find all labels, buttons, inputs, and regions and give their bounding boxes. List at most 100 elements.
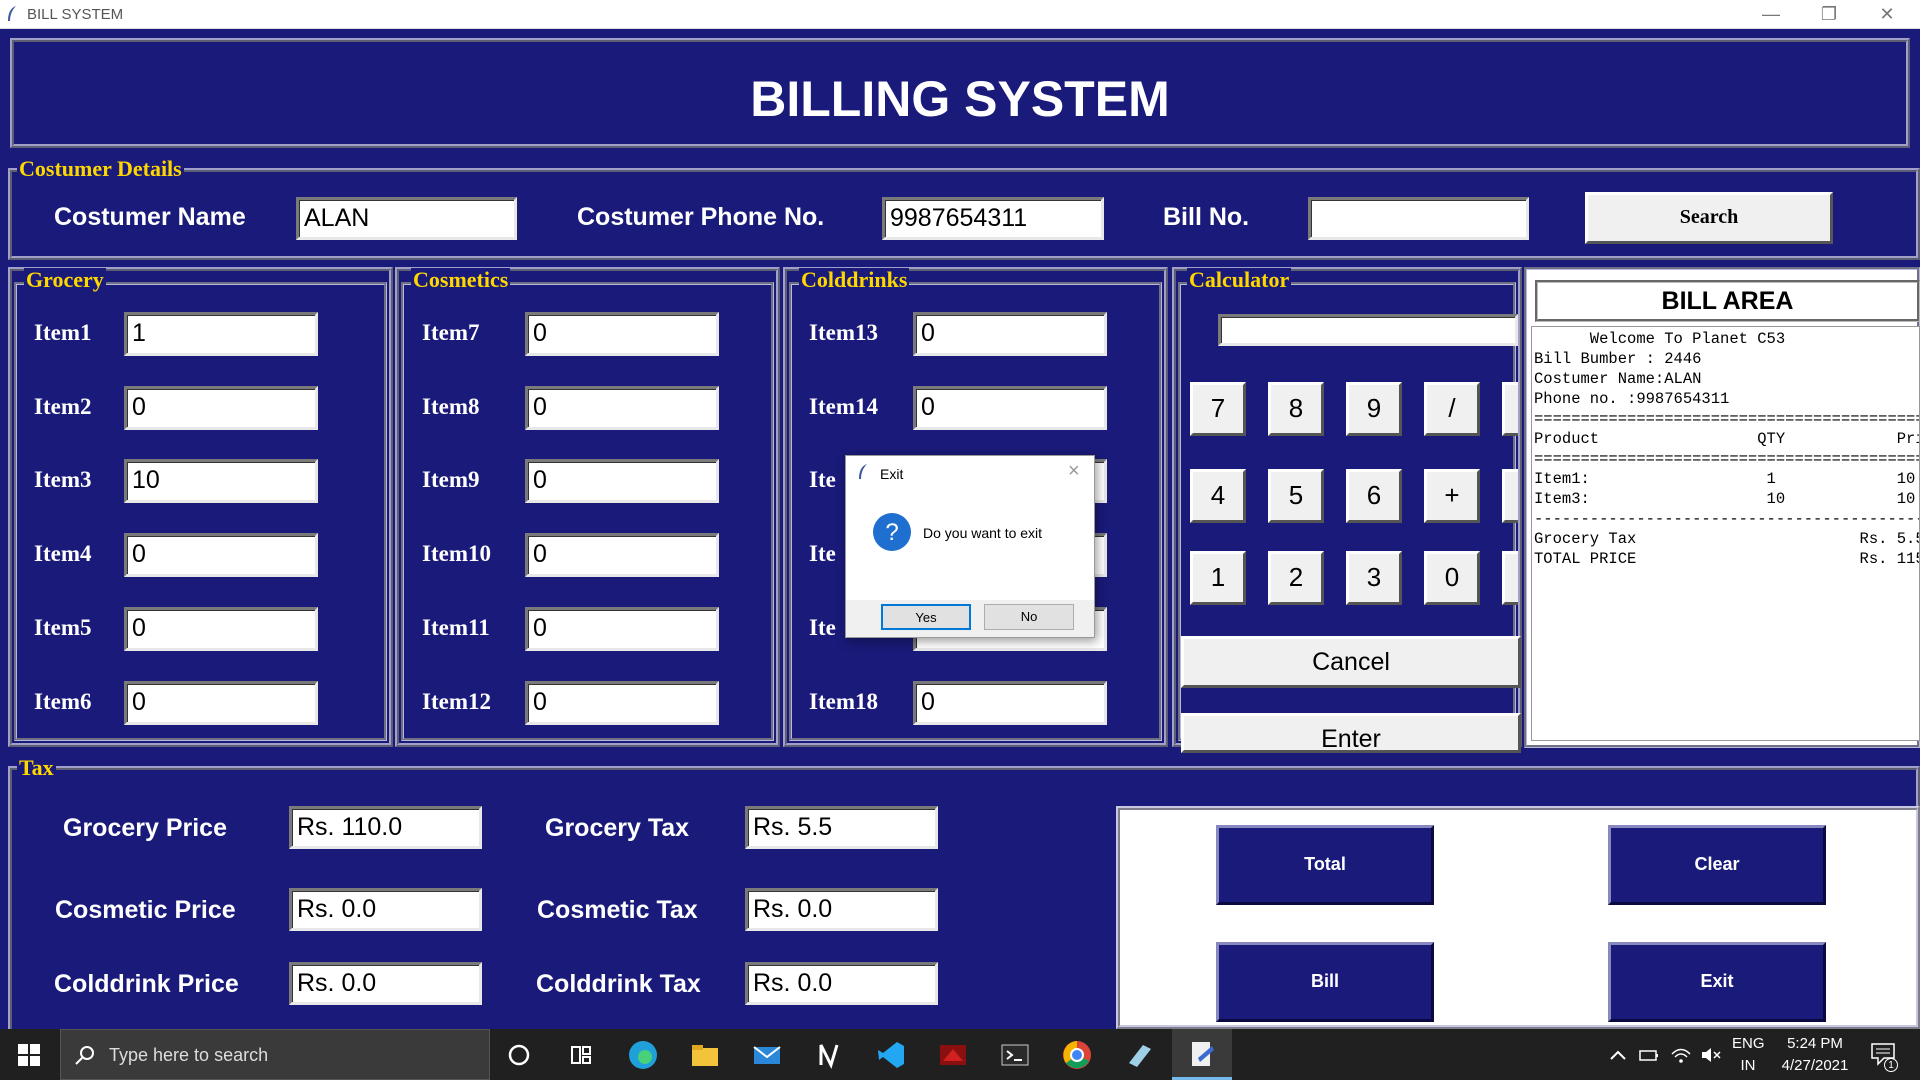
task-view-icon[interactable] bbox=[565, 1039, 597, 1071]
search-button[interactable]: Search bbox=[1585, 192, 1833, 244]
clear-button[interactable]: Clear bbox=[1608, 825, 1826, 905]
grocery-item-input[interactable]: 0 bbox=[124, 607, 318, 651]
vscode-icon[interactable] bbox=[875, 1039, 907, 1071]
enter-button[interactable]: Enter bbox=[1181, 713, 1521, 753]
calc-key-button[interactable]: 5 bbox=[1268, 469, 1324, 523]
cosmetics-item-input[interactable]: 0 bbox=[525, 607, 719, 651]
cosmetic-price-label: Cosmetic Price bbox=[55, 896, 236, 924]
cosmetics-item-label: Item12 bbox=[422, 689, 491, 714]
taskbar-search-box[interactable]: Type here to search bbox=[60, 1029, 490, 1080]
wifi-icon[interactable] bbox=[1670, 1044, 1692, 1066]
bill-line: Grocery Tax Rs. 5.5 bbox=[1534, 530, 1920, 548]
bill-line: ========================================… bbox=[1534, 410, 1920, 428]
cosmetic-tax-field[interactable]: Rs. 0.0 bbox=[745, 888, 938, 931]
colddrink-tax-field[interactable]: Rs. 0.0 bbox=[745, 962, 938, 1005]
calc-key-button[interactable]: / bbox=[1424, 382, 1480, 436]
calc-key-button[interactable]: 6 bbox=[1346, 469, 1402, 523]
edge-icon[interactable] bbox=[627, 1039, 659, 1071]
grocery-item-label: Item5 bbox=[34, 615, 92, 640]
bill-line: Bill Bumber : 2446 bbox=[1534, 350, 1702, 368]
taskbar-search-placeholder: Type here to search bbox=[109, 1045, 269, 1065]
terminal-icon[interactable] bbox=[999, 1039, 1031, 1071]
no-button[interactable]: No bbox=[984, 604, 1074, 630]
customer-phone-label: Costumer Phone No. bbox=[577, 203, 825, 231]
clock-time[interactable]: 5:24 PM bbox=[1770, 1035, 1860, 1052]
colddrink-price-label: Colddrink Price bbox=[54, 970, 239, 998]
cosmetics-item-input[interactable]: 0 bbox=[525, 533, 719, 577]
colddrinks-item-input[interactable]: 0 bbox=[913, 386, 1107, 430]
cortana-icon[interactable] bbox=[503, 1039, 535, 1071]
battery-icon[interactable] bbox=[1638, 1044, 1660, 1066]
calc-key-button[interactable]: + bbox=[1424, 469, 1480, 523]
calculator-display[interactable] bbox=[1218, 314, 1518, 346]
bill-line: Phone no. :9987654311 bbox=[1534, 390, 1730, 408]
grocery-tax-label: Grocery Tax bbox=[545, 814, 690, 842]
windows-start-icon[interactable] bbox=[18, 1044, 40, 1066]
calc-key-button[interactable]: 8 bbox=[1268, 382, 1324, 436]
colddrinks-item-label: Ite bbox=[809, 615, 836, 640]
cosmetics-item-input[interactable]: 0 bbox=[525, 459, 719, 503]
clock-date[interactable]: 4/27/2021 bbox=[1770, 1057, 1860, 1074]
calc-key-button[interactable]: 7 bbox=[1190, 382, 1246, 436]
total-button[interactable]: Total bbox=[1216, 825, 1434, 905]
chrome-icon[interactable] bbox=[1061, 1039, 1093, 1071]
grocery-item-label: Item1 bbox=[34, 320, 92, 345]
grocery-item-input[interactable]: 0 bbox=[124, 533, 318, 577]
calc-key-button[interactable]: 2 bbox=[1268, 551, 1324, 605]
colddrink-price-field[interactable]: Rs. 0.0 bbox=[289, 962, 482, 1005]
chevron-up-icon[interactable] bbox=[1608, 1048, 1628, 1062]
cosmetics-item-input[interactable]: 0 bbox=[525, 386, 719, 430]
calc-key-button[interactable]: 1 bbox=[1190, 551, 1246, 605]
bill-line: Product QTY Pri bbox=[1534, 430, 1920, 448]
taskbar-active-app[interactable] bbox=[1172, 1029, 1232, 1080]
mail-icon[interactable] bbox=[751, 1039, 783, 1071]
grocery-item-input[interactable]: 0 bbox=[124, 386, 318, 430]
calc-key-button[interactable]: 4 bbox=[1190, 469, 1246, 523]
bill-button[interactable]: Bill bbox=[1216, 942, 1434, 1022]
calc-key-clipped[interactable] bbox=[1502, 551, 1518, 605]
cancel-button[interactable]: Cancel bbox=[1181, 636, 1521, 688]
yes-button[interactable]: Yes bbox=[881, 604, 971, 630]
cosmetics-item-label: Item7 bbox=[422, 320, 480, 345]
grocery-price-field[interactable]: Rs. 110.0 bbox=[289, 806, 482, 849]
cosmetics-item-input[interactable]: 0 bbox=[525, 681, 719, 725]
tax-label: Tax bbox=[17, 755, 56, 780]
customer-phone-input[interactable]: 9987654311 bbox=[882, 197, 1104, 240]
restore-button[interactable]: ❐ bbox=[1800, 0, 1858, 29]
notification-count-badge: 1 bbox=[1884, 1058, 1898, 1072]
close-button[interactable]: ✕ bbox=[1858, 0, 1916, 29]
header-panel: BILLING SYSTEM bbox=[10, 38, 1910, 148]
language-indicator-bottom[interactable]: IN bbox=[1732, 1057, 1764, 1074]
exit-button[interactable]: Exit bbox=[1608, 942, 1826, 1022]
grocery-item-input[interactable]: 0 bbox=[124, 681, 318, 725]
notion-icon[interactable] bbox=[813, 1039, 845, 1071]
cosmetics-item-input[interactable]: 0 bbox=[525, 312, 719, 356]
app-red-icon[interactable] bbox=[937, 1039, 969, 1071]
colddrinks-item-label: Ite bbox=[809, 467, 836, 492]
grocery-item-label: Item2 bbox=[34, 394, 92, 419]
colddrinks-item-input[interactable]: 0 bbox=[913, 312, 1107, 356]
grocery-item-input[interactable]: 1 bbox=[124, 312, 318, 356]
file-explorer-icon[interactable] bbox=[689, 1039, 721, 1071]
volume-muted-icon[interactable] bbox=[1700, 1044, 1722, 1066]
customer-details-label: Costumer Details bbox=[17, 156, 184, 181]
bill-number-input[interactable] bbox=[1308, 197, 1529, 240]
dialog-message: Do you want to exit bbox=[923, 525, 1043, 541]
calc-key-button[interactable]: 3 bbox=[1346, 551, 1402, 605]
calc-key-button[interactable]: 0 bbox=[1424, 551, 1480, 605]
calc-key-button[interactable]: 9 bbox=[1346, 382, 1402, 436]
calc-key-clipped[interactable] bbox=[1502, 469, 1518, 523]
grocery-tax-field[interactable]: Rs. 5.5 bbox=[745, 806, 938, 849]
cosmetic-price-field[interactable]: Rs. 0.0 bbox=[289, 888, 482, 931]
customer-name-input[interactable]: ALAN bbox=[296, 197, 517, 240]
colddrinks-item-input[interactable]: 0 bbox=[913, 681, 1107, 725]
dialog-close-button[interactable]: × bbox=[1068, 460, 1080, 483]
bill-line: Costumer Name:ALAN bbox=[1534, 370, 1702, 388]
grocery-item-input[interactable]: 10 bbox=[124, 459, 318, 503]
language-indicator-top[interactable]: ENG bbox=[1732, 1035, 1765, 1052]
calc-key-clipped[interactable] bbox=[1502, 382, 1518, 436]
minimize-button[interactable]: — bbox=[1742, 0, 1800, 29]
bill-textarea[interactable]: Welcome To Planet C53 Bill Bumber : 2446 C… bbox=[1531, 326, 1920, 741]
notepad-icon[interactable] bbox=[1123, 1039, 1155, 1071]
grocery-price-label: Grocery Price bbox=[63, 814, 227, 842]
